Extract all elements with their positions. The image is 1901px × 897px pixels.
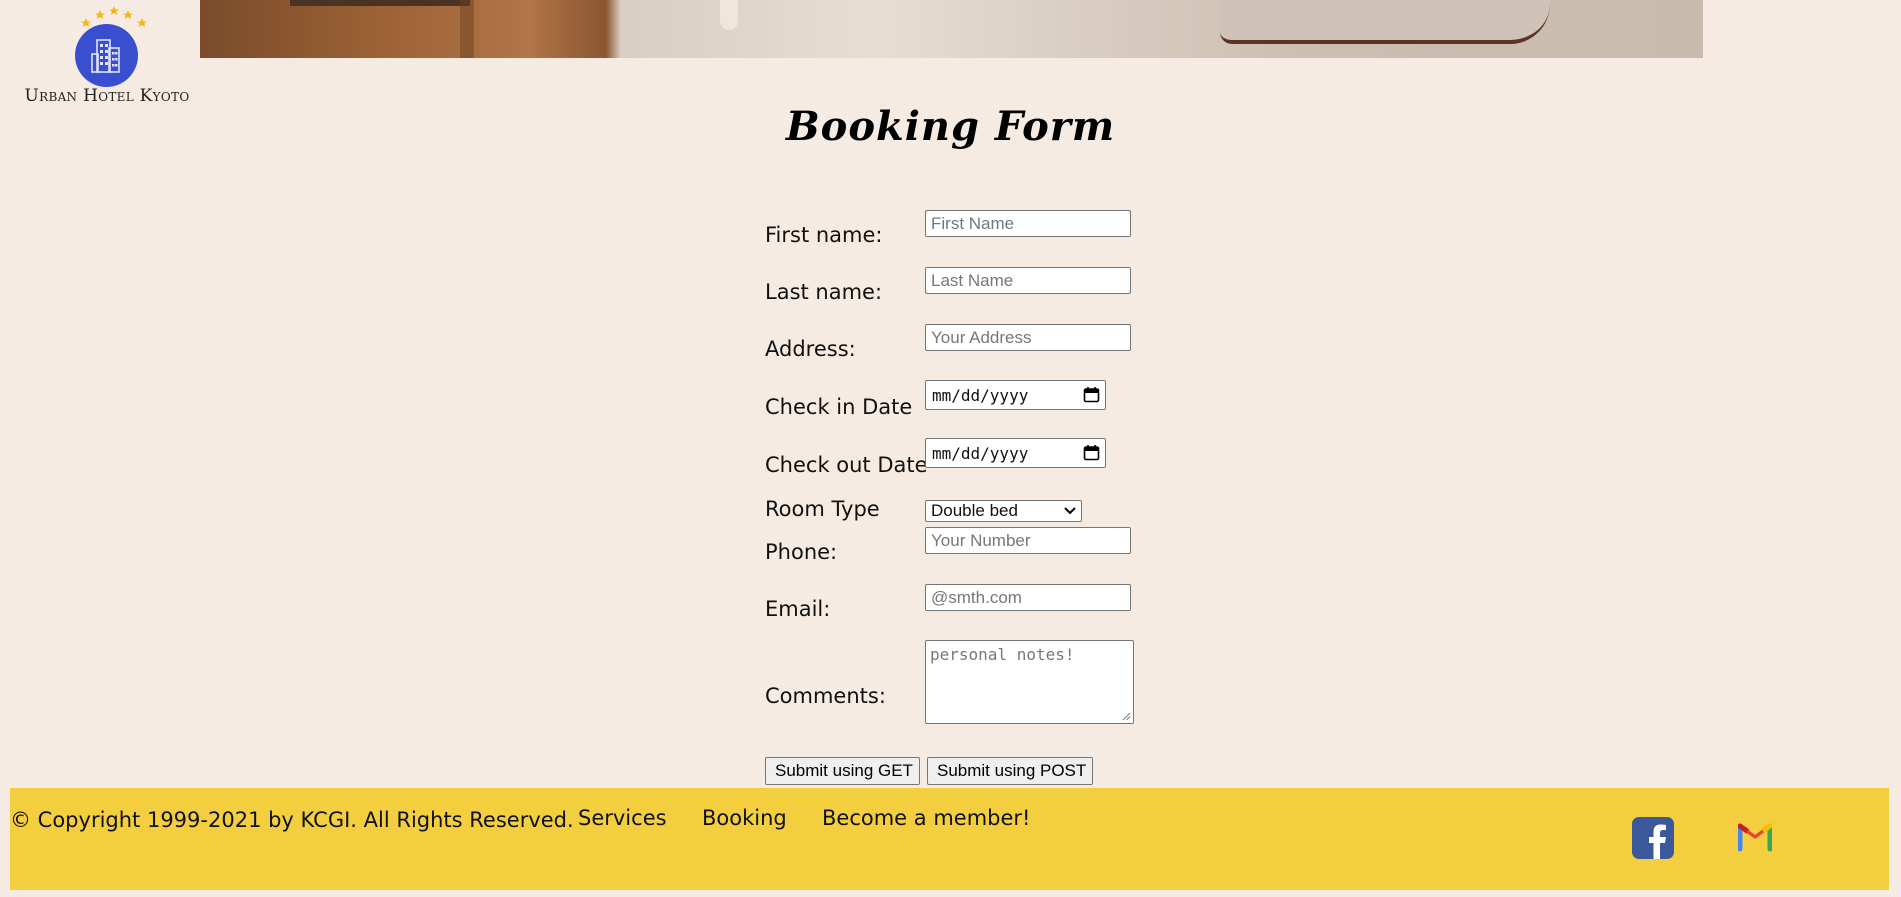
check-in-label: Check in Date — [765, 395, 913, 419]
address-label: Address: — [765, 337, 856, 361]
comments-placeholder: personal notes! — [930, 645, 1075, 664]
hotel-logo[interactable]: Urban Hotel Kyoto — [14, 4, 200, 108]
facebook-icon[interactable] — [1632, 817, 1674, 859]
first-name-input[interactable] — [925, 210, 1131, 237]
check-out-date-placeholder: mm/dd/yyyy — [932, 444, 1029, 463]
footer-link-member[interactable]: Become a member! — [822, 806, 1030, 830]
resize-grip-icon[interactable] — [1122, 712, 1131, 721]
address-input[interactable] — [925, 324, 1131, 351]
email-label: Email: — [765, 597, 831, 621]
calendar-icon[interactable] — [1083, 444, 1100, 461]
phone-input[interactable] — [925, 527, 1131, 554]
last-name-input[interactable] — [925, 267, 1131, 294]
copyright-text: © Copyright 1999-2021 by KCGI. All Right… — [10, 808, 574, 832]
first-name-label: First name: — [765, 223, 883, 247]
email-input[interactable] — [925, 584, 1131, 611]
room-type-select[interactable]: Double bed — [925, 500, 1082, 522]
check-in-date-input[interactable]: mm/dd/yyyy — [925, 380, 1106, 410]
chevron-down-icon — [1064, 507, 1076, 515]
room-type-label: Room Type — [765, 497, 880, 521]
footer: © Copyright 1999-2021 by KCGI. All Right… — [10, 788, 1889, 890]
submit-get-button[interactable]: Submit using GET — [765, 757, 920, 785]
check-in-date-placeholder: mm/dd/yyyy — [932, 386, 1029, 405]
building-icon — [75, 24, 138, 87]
check-out-label: Check out Date — [765, 453, 928, 477]
comments-label: Comments: — [765, 684, 886, 708]
room-type-selected: Double bed — [931, 501, 1018, 520]
page-title: Booking Form — [785, 103, 1116, 150]
submit-post-button[interactable]: Submit using POST — [927, 757, 1093, 785]
calendar-icon[interactable] — [1083, 386, 1100, 403]
footer-link-services[interactable]: Services — [578, 806, 667, 830]
footer-link-booking[interactable]: Booking — [702, 806, 787, 830]
last-name-label: Last name: — [765, 280, 883, 304]
hero-image — [200, 0, 1703, 58]
phone-label: Phone: — [765, 540, 838, 564]
check-out-date-input[interactable]: mm/dd/yyyy — [925, 438, 1106, 468]
gmail-icon[interactable] — [1738, 818, 1772, 852]
comments-textarea[interactable]: personal notes! — [925, 640, 1134, 724]
